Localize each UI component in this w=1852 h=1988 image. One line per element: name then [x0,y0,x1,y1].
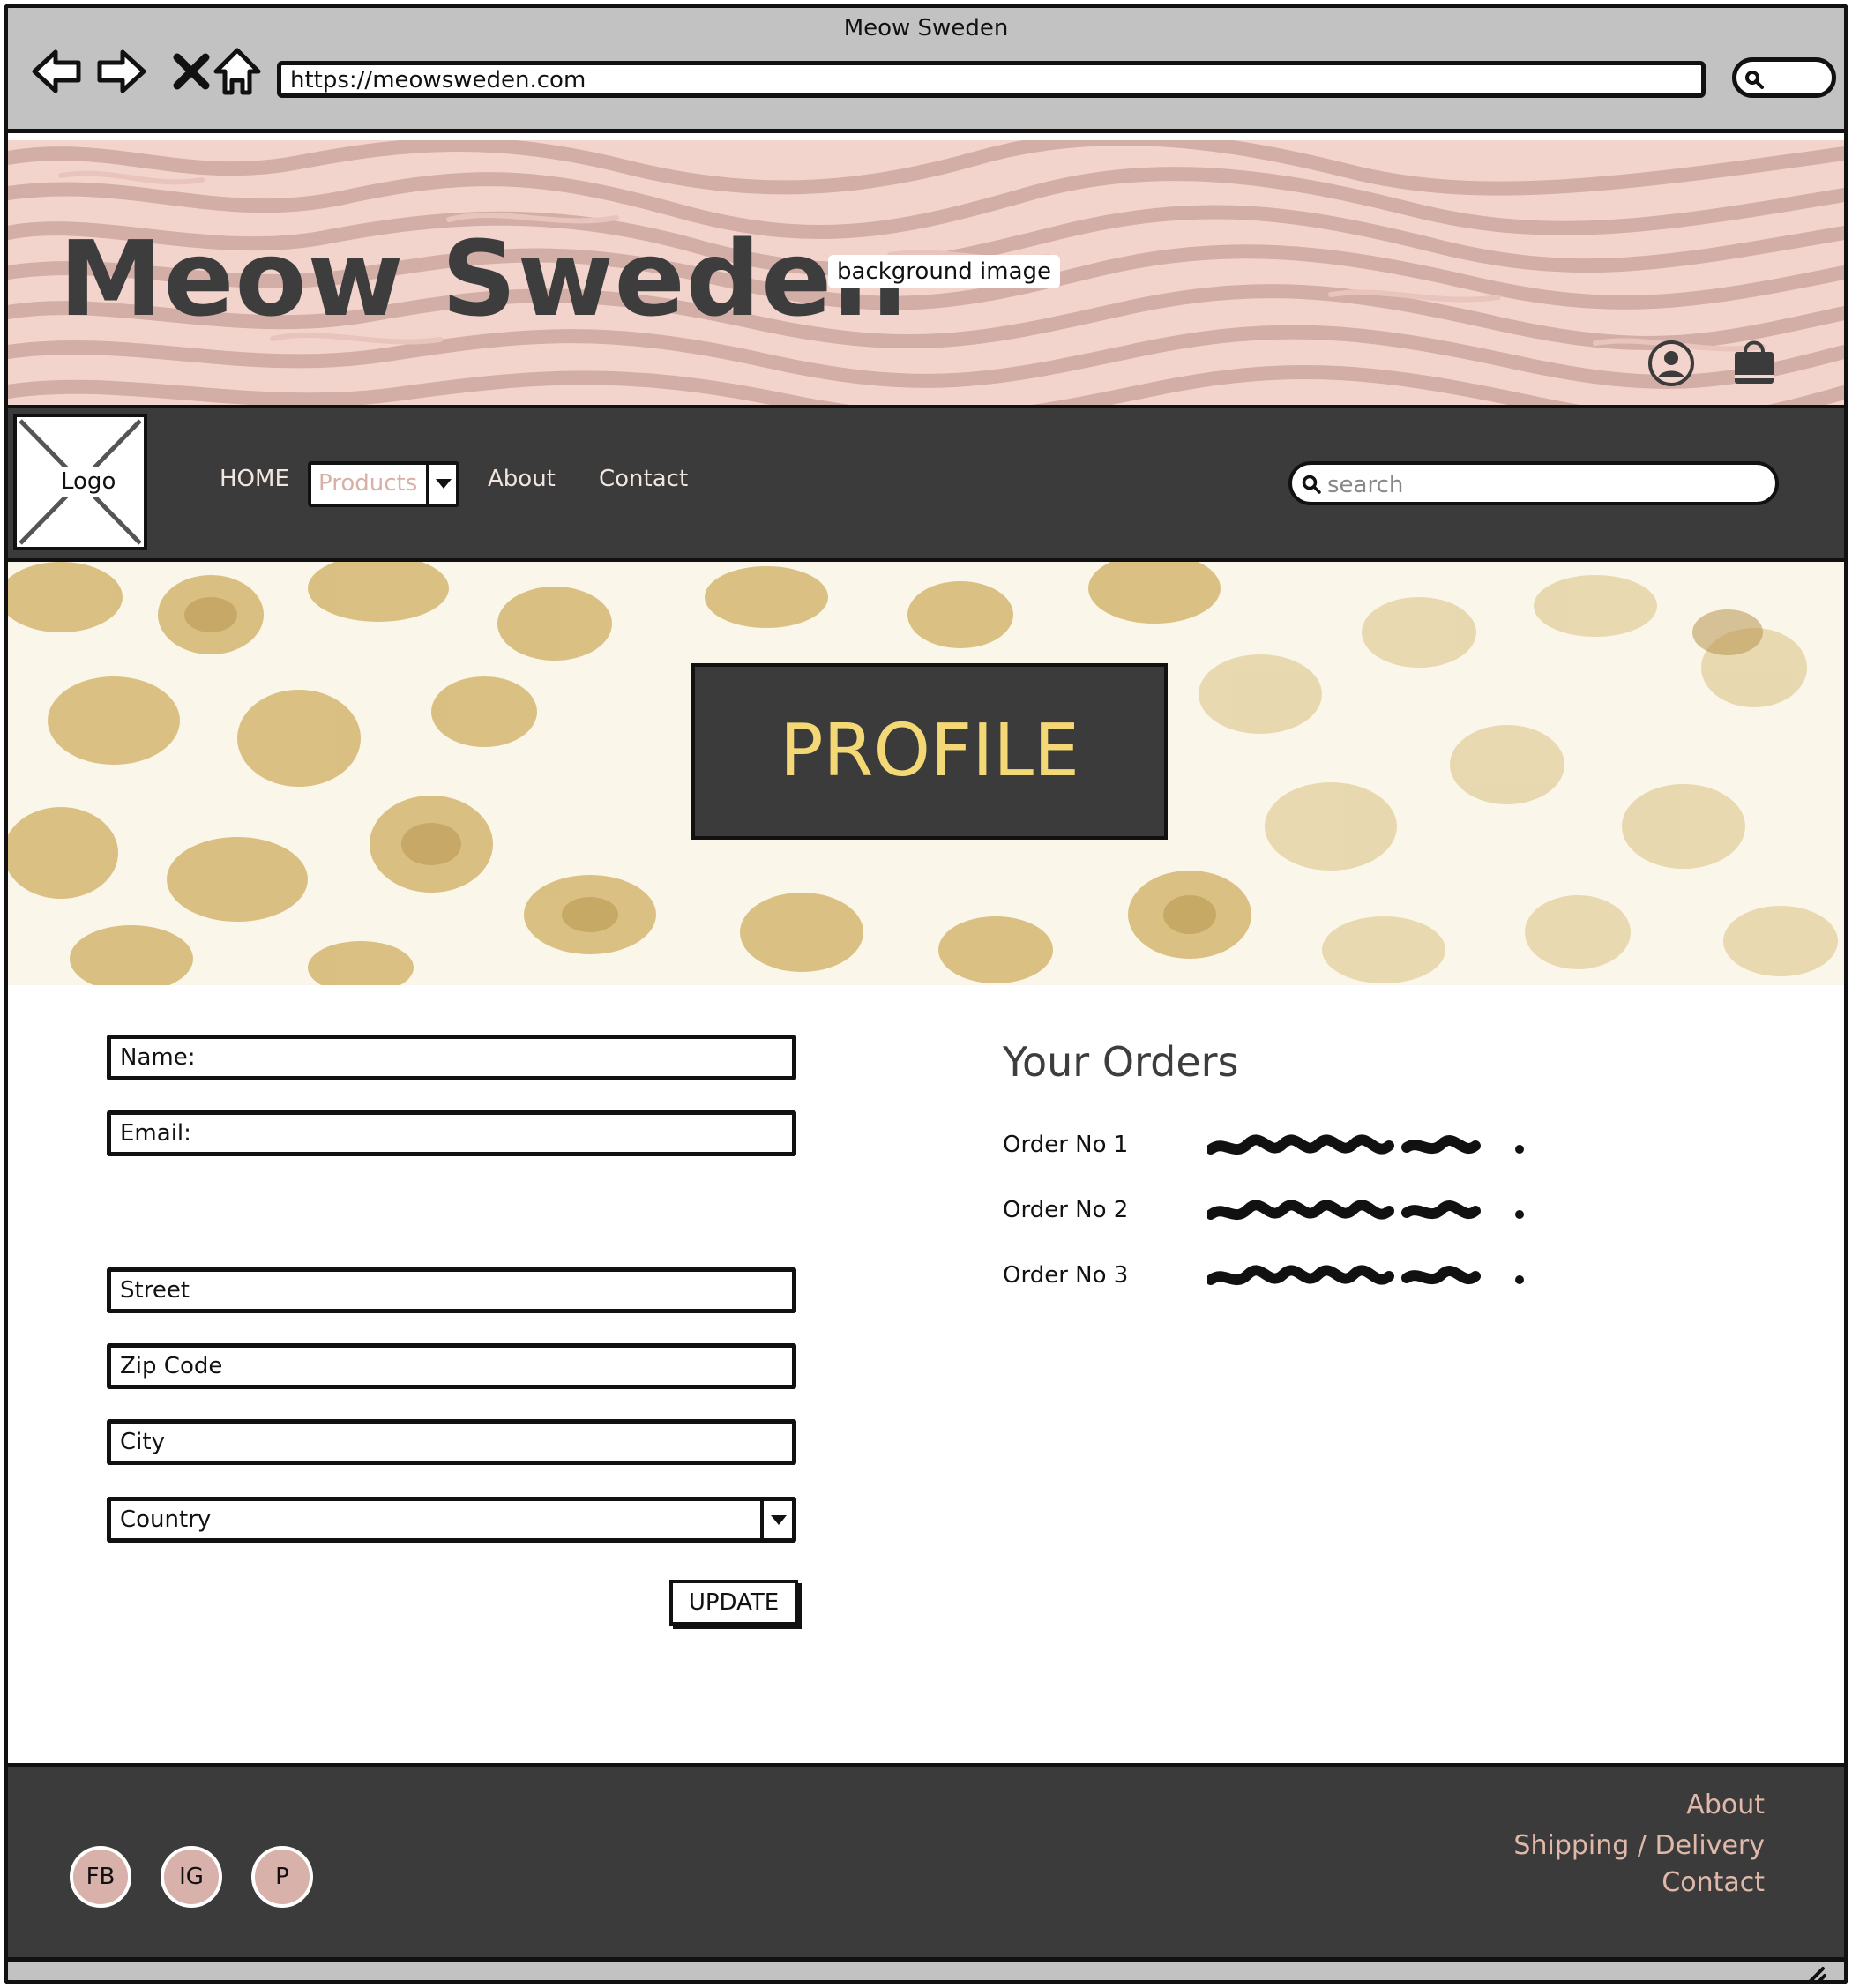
forward-arrow-icon[interactable] [94,45,147,98]
order-item-label[interactable]: Order No 2 [1003,1197,1128,1223]
order-details-placeholder [1207,1265,1524,1285]
country-select-label: Country [120,1506,212,1533]
browser-window: Meow Sweden https://meowsweden.com Meow … [4,4,1848,1984]
email-field-label: Email: [120,1120,191,1147]
search-icon [1745,71,1764,89]
pinterest-link[interactable]: P [251,1846,313,1908]
orders-title: Your Orders [1003,1038,1239,1086]
name-field-label: Name: [120,1044,196,1071]
email-field[interactable]: Email: [107,1110,796,1156]
url-bar[interactable]: https://meowsweden.com [277,61,1706,98]
resize-handle-icon[interactable] [1802,1965,1828,1984]
main-navbar: Logo HOME Products About Contact [8,405,1844,562]
window-title: Meow Sweden [843,15,1009,41]
browser-statusbar [8,1957,1844,1984]
footer-link-shipping[interactable]: Shipping / Delivery [1513,1830,1765,1861]
profile-title: PROFILE [780,709,1079,793]
products-dropdown-toggle[interactable] [426,465,456,504]
facebook-link[interactable]: FB [70,1846,131,1908]
nav-about[interactable]: About [488,466,556,492]
footer-link-about[interactable]: About [1686,1790,1765,1820]
country-select[interactable]: Country [107,1497,796,1543]
site-search-field[interactable] [1288,461,1779,505]
footer-link-contact[interactable]: Contact [1662,1867,1765,1898]
site-footer: FB IG P About Shipping / Delivery Contac… [8,1763,1844,1957]
city-field-label: City [120,1429,165,1455]
country-dropdown-toggle[interactable] [760,1501,792,1538]
profile-title-box: PROFILE [691,663,1168,840]
search-icon [1302,475,1321,494]
instagram-link[interactable]: IG [161,1846,222,1908]
account-icon[interactable] [1647,339,1696,388]
search-input[interactable] [1327,472,1751,498]
name-field[interactable]: Name: [107,1035,796,1080]
shopping-bag-icon[interactable] [1729,334,1779,387]
profile-banner: PROFILE [8,562,1844,985]
logo-placeholder[interactable]: Logo [13,414,147,550]
order-details-placeholder [1207,1134,1524,1155]
close-x-icon[interactable] [165,45,218,98]
chevron-down-icon [771,1515,787,1525]
home-icon[interactable] [211,45,264,98]
zip-code-field[interactable]: Zip Code [107,1343,796,1389]
street-field-label: Street [120,1277,190,1304]
update-button[interactable]: UPDATE [669,1580,798,1626]
browser-search-field[interactable] [1732,57,1836,98]
street-field[interactable]: Street [107,1267,796,1313]
order-item-label[interactable]: Order No 1 [1003,1132,1128,1158]
order-item-label[interactable]: Order No 3 [1003,1262,1128,1289]
back-arrow-icon[interactable] [31,45,84,98]
nav-products-label: Products [318,470,418,497]
site-title: Meow Sweden [59,218,908,340]
hero-header: Meow Sweden background image [8,140,1844,405]
nav-home[interactable]: HOME [220,466,289,492]
nav-contact[interactable]: Contact [599,466,688,492]
logo-label: Logo [54,467,123,497]
nav-products-dropdown[interactable]: Products [308,461,459,507]
chevron-down-icon [436,479,452,489]
zip-code-field-label: Zip Code [120,1353,223,1379]
city-field[interactable]: City [107,1419,796,1465]
background-image-label: background image [828,255,1061,288]
order-details-placeholder [1207,1200,1524,1220]
browser-titlebar: Meow Sweden https://meowsweden.com [8,8,1844,133]
